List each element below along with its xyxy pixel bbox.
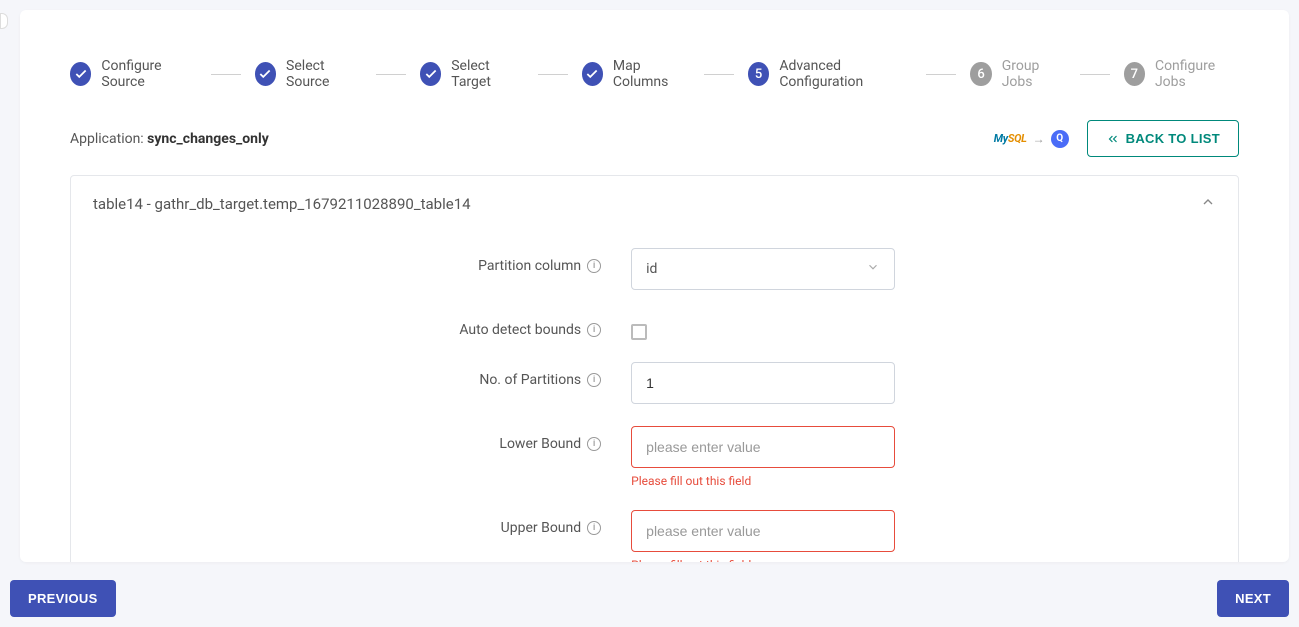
step-label: Group Jobs [1002, 58, 1066, 90]
step-circle: 5 [748, 62, 769, 86]
step-circle: 7 [1124, 62, 1145, 86]
step-select-target[interactable]: Select Target [420, 58, 524, 90]
control-col: Please fill out this field [631, 510, 1238, 562]
check-icon [585, 67, 599, 81]
label-upper-bound: Upper Bound i [71, 510, 631, 536]
step-connector [376, 74, 406, 75]
previous-button[interactable]: PREVIOUS [10, 580, 116, 617]
row-upper-bound: Upper Bound i Please fill out this field [71, 510, 1238, 562]
control-col: Please fill out this field [631, 426, 1238, 488]
arrow-icon: → [1033, 132, 1045, 146]
label-text: Upper Bound [501, 520, 582, 536]
row-partition-column: Partition column i id [71, 248, 1238, 290]
num-partitions-input[interactable] [631, 362, 895, 404]
step-connector [926, 74, 956, 75]
accordion-title: table14 - gathr_db_target.temp_167921102… [93, 195, 471, 213]
step-connector [1080, 74, 1110, 75]
upper-bound-error: Please fill out this field [631, 558, 1238, 562]
footer-bar: PREVIOUS NEXT [10, 580, 1289, 617]
check-icon [258, 67, 272, 81]
check-icon [74, 67, 88, 81]
control-col: id [631, 248, 1238, 290]
step-connector [538, 74, 568, 75]
step-circle [255, 62, 276, 86]
label-auto-detect: Auto detect bounds i [71, 312, 631, 338]
control-col [631, 312, 1238, 340]
step-connector [704, 74, 734, 75]
next-button[interactable]: NEXT [1217, 580, 1289, 617]
label-text: Lower Bound [499, 436, 581, 452]
label-num-partitions: No. of Partitions i [71, 362, 631, 388]
info-icon[interactable]: i [587, 323, 601, 337]
accordion-header[interactable]: table14 - gathr_db_target.temp_167921102… [71, 176, 1238, 232]
step-group-jobs[interactable]: 6 Group Jobs [970, 58, 1065, 90]
application-label: Application: sync_changes_only [70, 131, 269, 147]
info-icon[interactable]: i [587, 521, 601, 535]
accordion-panel: table14 - gathr_db_target.temp_167921102… [70, 175, 1239, 562]
chevron-up-icon [1200, 194, 1216, 214]
label-text: No. of Partitions [479, 372, 581, 388]
lower-bound-error: Please fill out this field [631, 474, 1238, 488]
upper-bound-input[interactable] [631, 510, 895, 552]
step-circle [420, 62, 441, 86]
select-value: id [646, 261, 657, 277]
step-label: Select Target [451, 58, 523, 90]
target-icon: Q [1051, 130, 1069, 148]
step-label: Select Source [286, 58, 362, 90]
label-lower-bound: Lower Bound i [71, 426, 631, 452]
mysql-icon: MySQL [994, 132, 1027, 145]
step-circle: 6 [970, 62, 991, 86]
step-connector [211, 74, 241, 75]
step-configure-jobs[interactable]: 7 Configure Jobs [1124, 58, 1239, 90]
partition-column-select[interactable]: id [631, 248, 895, 290]
app-right: MySQL → Q BACK TO LIST [994, 120, 1239, 157]
label-text: Auto detect bounds [459, 322, 581, 338]
step-circle [582, 62, 603, 86]
step-configure-source[interactable]: Configure Source [70, 58, 197, 90]
control-col [631, 362, 1238, 404]
step-label: Configure Source [101, 58, 196, 90]
step-circle [70, 62, 91, 86]
step-advanced-configuration[interactable]: 5 Advanced Configuration [748, 58, 913, 90]
flow-icons: MySQL → Q [994, 130, 1069, 148]
step-select-source[interactable]: Select Source [255, 58, 362, 90]
step-label: Map Columns [613, 58, 690, 90]
main-card: Configure Source Select Source Select Ta… [20, 10, 1289, 562]
chevron-double-left-icon [1106, 132, 1120, 146]
row-auto-detect: Auto detect bounds i [71, 312, 1238, 340]
application-prefix: Application: [70, 131, 147, 147]
application-row: Application: sync_changes_only MySQL → Q… [20, 110, 1289, 175]
step-label: Advanced Configuration [779, 58, 912, 90]
chevron-down-icon [866, 260, 880, 278]
info-icon[interactable]: i [587, 437, 601, 451]
check-icon [424, 67, 438, 81]
label-text: Partition column [478, 258, 581, 274]
label-partition-column: Partition column i [71, 248, 631, 274]
row-lower-bound: Lower Bound i Please fill out this field [71, 426, 1238, 488]
row-num-partitions: No. of Partitions i [71, 362, 1238, 404]
info-icon[interactable]: i [587, 259, 601, 273]
sidebar-collapse-handle[interactable] [0, 13, 8, 29]
lower-bound-input[interactable] [631, 426, 895, 468]
stepper: Configure Source Select Source Select Ta… [20, 10, 1289, 110]
back-to-list-button[interactable]: BACK TO LIST [1087, 120, 1239, 157]
step-label: Configure Jobs [1155, 58, 1239, 90]
back-button-label: BACK TO LIST [1126, 131, 1220, 146]
step-map-columns[interactable]: Map Columns [582, 58, 690, 90]
auto-detect-checkbox[interactable] [631, 324, 647, 340]
info-icon[interactable]: i [587, 373, 601, 387]
accordion-body: Partition column i id Auto detect bounds… [71, 232, 1238, 562]
application-name: sync_changes_only [147, 131, 269, 147]
